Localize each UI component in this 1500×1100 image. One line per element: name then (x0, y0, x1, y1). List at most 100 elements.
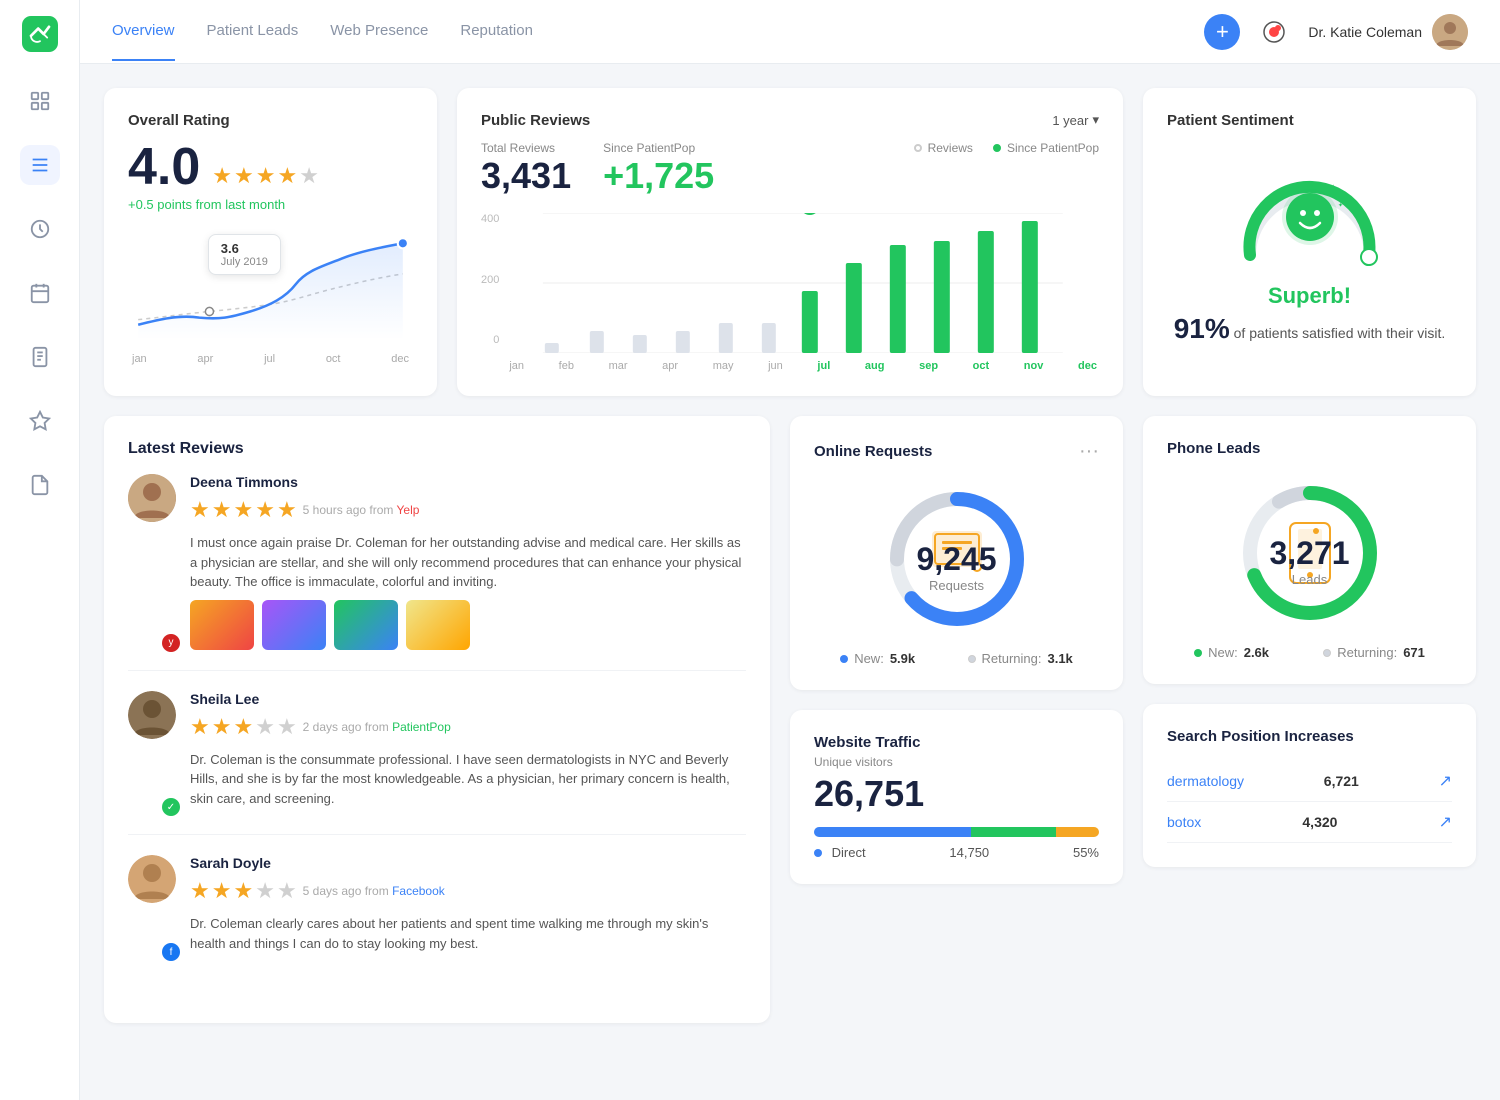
content-area: Overall Rating 4.0 ★ ★ ★ ★ ★ +0.5 points… (80, 64, 1500, 1100)
requests-returning-val: 3.1k (1047, 651, 1072, 666)
review-content-3: Sarah Doyle ★★★★★ 5 days ago from Facebo… (190, 855, 746, 959)
chart-tooltip: 3.6 July 2019 (208, 234, 281, 275)
review-content-2: Sheila Lee ★★★★★ 2 days ago from Patient… (190, 691, 746, 815)
star-5: ★ (299, 163, 319, 189)
topnav-right: + Dr. Katie Coleman (1204, 14, 1468, 50)
right-column: Phone Leads (1143, 416, 1476, 1023)
middle-column: Online Requests ··· (790, 416, 1123, 1023)
sentiment-pct: 91% (1174, 313, 1230, 344)
requests-returning-dot (968, 655, 976, 663)
tab-reputation[interactable]: Reputation (460, 2, 533, 61)
sidebar-item-gallery[interactable] (20, 81, 60, 121)
progress-direct (814, 827, 971, 837)
bottom-grid: Latest Reviews y Deena Timmons (104, 416, 1476, 1023)
since-label: Since PatientPop (603, 141, 714, 155)
x-label-jul: jul (264, 353, 275, 365)
review-source-badge-3: f (162, 943, 180, 961)
review-avatar-3 (128, 855, 176, 903)
top-row: Overall Rating 4.0 ★ ★ ★ ★ ★ +0.5 points… (104, 88, 1476, 396)
phone-new-dot (1194, 649, 1202, 657)
tab-web-presence[interactable]: Web Presence (330, 2, 428, 61)
total-reviews-stat: Total Reviews 3,431 (481, 141, 571, 197)
bar-label-jun: jun (768, 360, 783, 372)
sidebar-item-document[interactable] (20, 465, 60, 505)
tab-overview[interactable]: Overview (112, 2, 175, 61)
bar-x-labels: jan feb mar apr may jun jul aug sep oct … (507, 360, 1099, 372)
latest-reviews-card: Latest Reviews y Deena Timmons (104, 416, 770, 1023)
sidebar-item-calendar[interactable] (20, 273, 60, 313)
requests-title: Online Requests (814, 443, 932, 460)
traffic-sub: Unique visitors (814, 755, 1099, 769)
phone-leads-title: Phone Leads (1167, 440, 1452, 457)
legend-reviews: Reviews (914, 141, 973, 155)
traffic-direct-label: Direct (832, 845, 866, 860)
bar-label-nov: nov (1024, 360, 1044, 372)
bar-label-dec: dec (1078, 360, 1097, 372)
svg-text:✦: ✦ (1338, 202, 1343, 209)
online-requests-card: Online Requests ··· (790, 416, 1123, 690)
reviews-legend: Reviews Since PatientPop (746, 141, 1099, 197)
requests-label: Requests (916, 578, 996, 593)
progress-other (1056, 827, 1099, 837)
sidebar-item-star[interactable] (20, 401, 60, 441)
review-avatar-wrap-1: y (128, 474, 176, 650)
review-source-link-1[interactable]: Yelp (397, 503, 420, 517)
requests-new-dot (840, 655, 848, 663)
patient-sentiment-card: Patient Sentiment (1143, 88, 1476, 396)
rating-score: 4.0 (128, 141, 200, 193)
phone-returning-stat: Returning: 671 (1323, 645, 1425, 660)
sidebar-item-dashboard[interactable] (20, 145, 60, 185)
sentiment-title: Patient Sentiment (1167, 112, 1452, 129)
phone-leads-card: Phone Leads (1143, 416, 1476, 684)
review-images-1 (190, 600, 746, 650)
review-name-2: Sheila Lee (190, 691, 746, 707)
latest-reviews-title: Latest Reviews (128, 440, 746, 458)
add-button[interactable]: + (1204, 14, 1240, 50)
review-name-1: Deena Timmons (190, 474, 746, 490)
review-meta-1: 5 hours ago from Yelp (303, 503, 420, 517)
since-val: +1,725 (603, 155, 714, 197)
star-4: ★ (278, 163, 298, 189)
sentiment-stats: 91% of patients satisfied with their vis… (1167, 313, 1452, 345)
more-button[interactable]: ··· (1079, 440, 1099, 463)
user-name: Dr. Katie Coleman (1308, 24, 1422, 40)
sentiment-label: Superb! (1167, 283, 1452, 309)
bar-label-oct: oct (973, 360, 990, 372)
review-img-3 (334, 600, 398, 650)
sidebar-logo[interactable] (22, 16, 58, 57)
traffic-direct-val: 14,750 (949, 845, 989, 860)
tab-patient-leads[interactable]: Patient Leads (207, 2, 299, 61)
review-source-badge-2: ✓ (162, 798, 180, 816)
notification-icon[interactable] (1256, 14, 1292, 50)
search-keyword-1[interactable]: dermatology (1167, 773, 1244, 789)
legend-dot-reviews (914, 144, 922, 152)
reviews-period-selector[interactable]: 1 year ▾ (1052, 112, 1099, 128)
bar-chart-container: 400 200 0 (481, 213, 1099, 372)
bar-chart-svg: ✓ (507, 213, 1099, 353)
traffic-title: Website Traffic (814, 734, 1099, 751)
star-2: ★ (234, 163, 254, 189)
bar-label-aug: aug (865, 360, 885, 372)
traffic-direct-pct: 55% (1073, 845, 1099, 860)
review-text-2: Dr. Coleman is the consummate profession… (190, 750, 746, 809)
sentiment-gauge: ✦ ✦ ✦ (1167, 145, 1452, 275)
star-3: ★ (256, 163, 276, 189)
review-source-link-2[interactable]: PatientPop (392, 720, 451, 734)
traffic-num: 26,751 (814, 773, 1099, 815)
reviews-header: Public Reviews 1 year ▾ (481, 112, 1099, 129)
review-img-1 (190, 600, 254, 650)
user-profile[interactable]: Dr. Katie Coleman (1308, 14, 1468, 50)
review-source-link-3[interactable]: Facebook (392, 884, 445, 898)
traffic-direct-label-wrap: Direct (814, 845, 866, 860)
reviews-stats: Total Reviews 3,431 Since PatientPop +1,… (481, 141, 1099, 197)
phone-footer: New: 2.6k Returning: 671 (1167, 645, 1452, 660)
review-meta-3: 5 days ago from Facebook (303, 884, 445, 898)
review-avatar-wrap-2: ✓ (128, 691, 176, 815)
phone-returning-val: 671 (1403, 645, 1425, 660)
search-keyword-2[interactable]: botox (1167, 814, 1201, 830)
sidebar-item-reports[interactable] (20, 337, 60, 377)
sidebar-item-clock[interactable] (20, 209, 60, 249)
search-row-botox: botox 4,320 ↗ (1167, 802, 1452, 843)
review-stars-1: ★★★★★ (190, 497, 297, 523)
bar-label-feb: feb (559, 360, 574, 372)
